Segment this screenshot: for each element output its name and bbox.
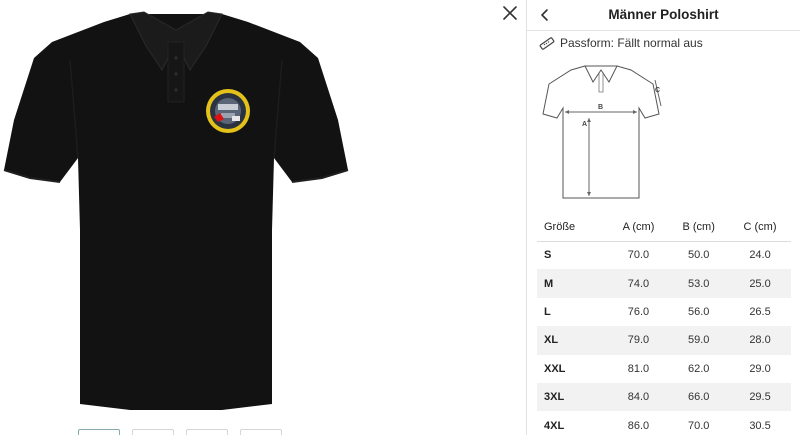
- b-cell: 62.0: [687, 362, 710, 375]
- c-cell: 30.5: [749, 419, 771, 432]
- header-b: B (cm): [668, 213, 730, 242]
- logo-patch: [206, 89, 250, 133]
- size-cell: XXL: [544, 362, 566, 375]
- thumbnail-2[interactable]: [132, 429, 174, 435]
- size-cell: M: [537, 269, 609, 298]
- close-button[interactable]: [500, 3, 520, 23]
- c-cell: 29.0: [749, 362, 771, 375]
- ruler-icon: [539, 37, 555, 50]
- table-row: L 76.0 56.0 26.5: [537, 298, 791, 326]
- table-row: 4XL 86.0 70.0 30.5: [537, 411, 791, 435]
- label-a: A: [582, 121, 587, 128]
- fit-info: Passform: Fällt normal aus: [539, 36, 703, 50]
- thumbnail-1[interactable]: [78, 429, 120, 435]
- a-cell: 86.0: [627, 419, 650, 432]
- table-row: S 70.0 50.0 24.0: [537, 241, 791, 269]
- label-c: C: [655, 87, 660, 94]
- c-cell: 26.5: [749, 305, 771, 318]
- panel-header: Männer Poloshirt: [527, 0, 800, 31]
- size-cell: 4XL: [544, 419, 565, 432]
- table-row: 3XL 84.0 66.0 29.5: [537, 382, 791, 412]
- header-c: C (cm): [729, 213, 791, 242]
- b-cell: 50.0: [687, 249, 710, 262]
- a-cell: 81.0: [627, 362, 650, 375]
- fit-label: Passform: Fällt normal aus: [560, 36, 703, 50]
- b-cell: 59.0: [668, 326, 730, 355]
- table-row: XL 79.0 59.0 28.0: [537, 326, 791, 355]
- table-row: XXL 81.0 62.0 29.0: [537, 355, 791, 383]
- c-cell: 28.0: [729, 326, 791, 355]
- table-row: M 74.0 53.0 25.0: [537, 269, 791, 298]
- a-cell: 84.0: [608, 382, 669, 412]
- b-cell: 70.0: [687, 419, 710, 432]
- size-panel: Männer Poloshirt Passform: Fällt normal …: [526, 0, 800, 435]
- product-image: [0, 0, 526, 425]
- panel-title: Männer Poloshirt: [608, 7, 719, 22]
- c-cell: 24.0: [749, 249, 771, 262]
- a-cell: 70.0: [627, 249, 650, 262]
- product-preview: [0, 0, 526, 435]
- thumbnail-4[interactable]: [240, 429, 282, 435]
- a-cell: 79.0: [608, 326, 669, 355]
- label-b: B: [598, 104, 603, 111]
- header-a: A (cm): [608, 213, 669, 242]
- size-cell: L: [544, 305, 551, 318]
- thumbnail-strip: [78, 429, 282, 435]
- size-cell: S: [544, 249, 552, 262]
- c-cell: 25.0: [729, 269, 791, 298]
- size-cell: 3XL: [537, 382, 609, 412]
- close-icon: [503, 6, 517, 20]
- a-cell: 74.0: [608, 269, 669, 298]
- measurement-diagram: B A C: [542, 65, 662, 199]
- size-table-header: Größe A (cm) B (cm) C (cm): [537, 213, 791, 242]
- b-cell: 53.0: [668, 269, 730, 298]
- b-cell: 56.0: [687, 305, 710, 318]
- size-table: Größe A (cm) B (cm) C (cm) S 70.0 50.0 2…: [537, 213, 791, 435]
- size-cell: XL: [537, 326, 609, 355]
- thumbnail-3[interactable]: [186, 429, 228, 435]
- header-size: Größe: [537, 213, 609, 242]
- b-cell: 66.0: [668, 382, 730, 412]
- a-cell: 76.0: [627, 305, 650, 318]
- polo-shirt-image: [3, 11, 349, 410]
- c-cell: 29.5: [729, 382, 791, 412]
